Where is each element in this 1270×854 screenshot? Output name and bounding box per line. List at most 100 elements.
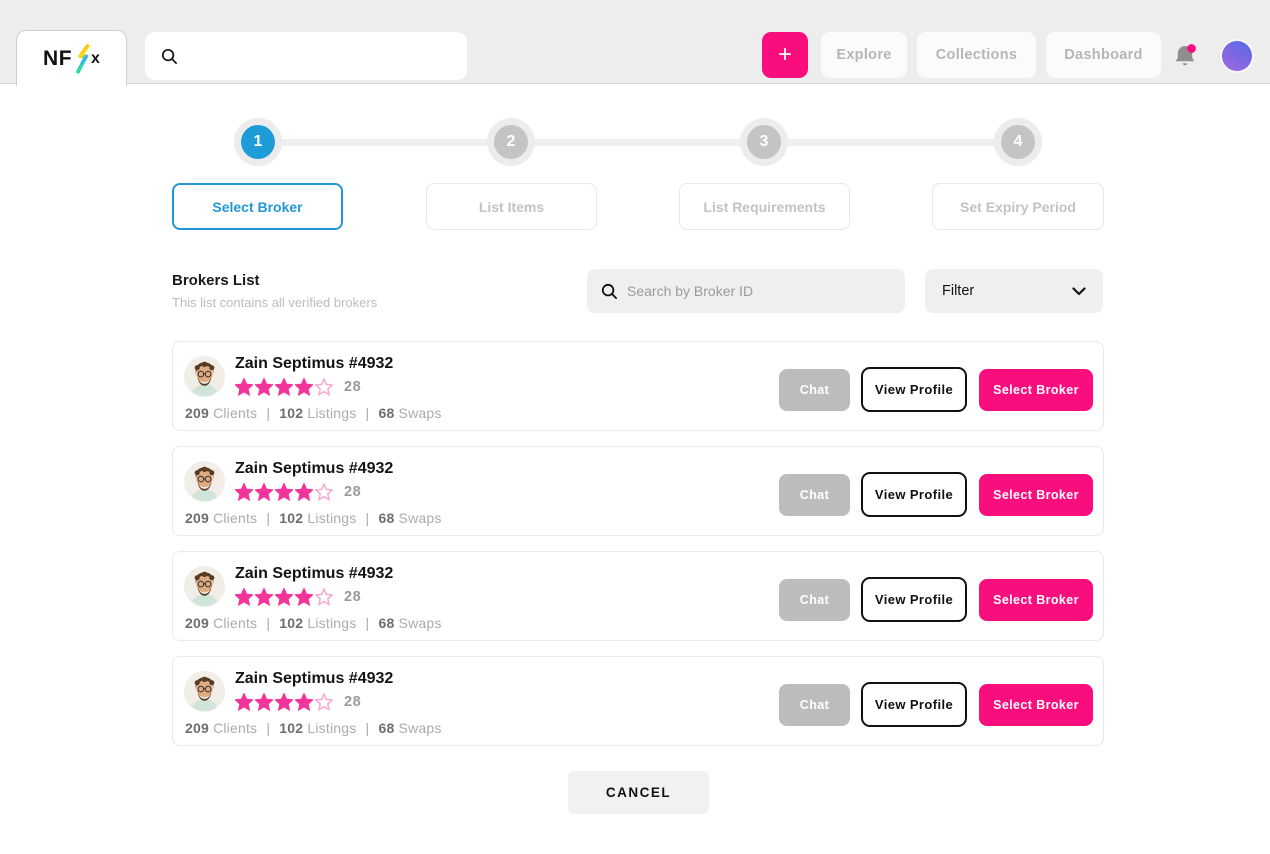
swaps-label: Swaps — [399, 510, 442, 526]
clients-label: Clients — [213, 615, 257, 631]
nav-collections[interactable]: Collections — [917, 32, 1036, 78]
rating-count: 28 — [344, 484, 361, 500]
tab-list-requirements[interactable]: List Requirements — [679, 183, 850, 230]
listings-count: 102 — [279, 510, 303, 526]
step-4-indicator: 4 — [994, 118, 1042, 166]
chat-button[interactable]: Chat — [779, 369, 850, 411]
rating-count: 28 — [344, 379, 361, 395]
star-icon — [275, 588, 293, 606]
brokers-list: Zain Septimus #4932 28 209 Clients | 102… — [172, 341, 1104, 746]
select-broker-button[interactable]: Select Broker — [979, 369, 1093, 411]
view-profile-button[interactable]: View Profile — [861, 472, 967, 517]
broker-rating: 28 — [235, 378, 361, 396]
tab-select-broker[interactable]: Select Broker — [172, 183, 343, 230]
swaps-label: Swaps — [399, 405, 442, 421]
swaps-label: Swaps — [399, 615, 442, 631]
chat-button[interactable]: Chat — [779, 684, 850, 726]
star-icon — [315, 588, 333, 606]
broker-name: Zain Septimus #4932 — [235, 670, 393, 688]
brokers-list-title: Brokers List — [172, 272, 260, 289]
listings-count: 102 — [279, 615, 303, 631]
listings-label: Listings — [307, 615, 356, 631]
clients-count: 209 — [185, 615, 209, 631]
listings-label: Listings — [307, 720, 356, 736]
nav-dashboard[interactable]: Dashboard — [1046, 32, 1161, 78]
rating-count: 28 — [344, 589, 361, 605]
logo-text: NF — [43, 47, 72, 71]
tab-list-items[interactable]: List Items — [426, 183, 597, 230]
step-1-indicator: 1 — [234, 118, 282, 166]
filter-label: Filter — [942, 283, 1072, 299]
clients-count: 209 — [185, 720, 209, 736]
star-icon — [295, 378, 313, 396]
broker-search-input[interactable] — [627, 283, 891, 299]
separator: | — [366, 615, 370, 631]
global-search-input[interactable] — [188, 48, 451, 64]
notification-badge — [1187, 44, 1196, 53]
select-broker-button[interactable]: Select Broker — [979, 579, 1093, 621]
star-icon — [295, 693, 313, 711]
broker-avatar — [185, 357, 224, 396]
broker-card: Zain Septimus #4932 28 209 Clients | 102… — [172, 551, 1104, 641]
broker-name: Zain Septimus #4932 — [235, 460, 393, 478]
separator: | — [366, 510, 370, 526]
clients-count: 209 — [185, 405, 209, 421]
step-2-indicator: 2 — [487, 118, 535, 166]
clients-label: Clients — [213, 720, 257, 736]
user-avatar[interactable] — [1222, 41, 1252, 71]
nav-explore[interactable]: Explore — [821, 32, 907, 78]
broker-stats: 209 Clients | 102 Listings | 68 Swaps — [185, 615, 442, 631]
step-1-number: 1 — [241, 125, 275, 159]
broker-stats: 209 Clients | 102 Listings | 68 Swaps — [185, 510, 442, 526]
separator: | — [266, 510, 270, 526]
star-icon — [255, 483, 273, 501]
star-icon — [315, 378, 333, 396]
stepper-track — [258, 139, 1018, 146]
star-icon — [315, 693, 333, 711]
star-icon — [235, 588, 253, 606]
broker-card: Zain Septimus #4932 28 209 Clients | 102… — [172, 656, 1104, 746]
view-profile-button[interactable]: View Profile — [861, 682, 967, 727]
step-3-indicator: 3 — [740, 118, 788, 166]
broker-rating: 28 — [235, 483, 361, 501]
chat-button[interactable]: Chat — [779, 579, 850, 621]
filter-dropdown[interactable]: Filter — [925, 269, 1103, 313]
listings-label: Listings — [307, 510, 356, 526]
cancel-button[interactable]: CANCEL — [568, 771, 709, 814]
clients-label: Clients — [213, 405, 257, 421]
tab-set-expiry-period[interactable]: Set Expiry Period — [932, 183, 1104, 230]
page: NF x + Explore Collections Dashboard — [0, 0, 1270, 854]
select-broker-button[interactable]: Select Broker — [979, 474, 1093, 516]
swaps-count: 68 — [378, 615, 394, 631]
chat-button[interactable]: Chat — [779, 474, 850, 516]
star-icon — [255, 693, 273, 711]
star-icon — [315, 483, 333, 501]
logo[interactable]: NF x — [16, 30, 127, 86]
step-3-number: 3 — [747, 125, 781, 159]
star-icon — [275, 483, 293, 501]
notifications-bell-icon[interactable] — [1170, 42, 1200, 72]
star-icon — [295, 588, 313, 606]
broker-name: Zain Septimus #4932 — [235, 565, 393, 583]
listings-count: 102 — [279, 720, 303, 736]
swaps-count: 68 — [378, 405, 394, 421]
broker-rating: 28 — [235, 693, 361, 711]
broker-stats: 209 Clients | 102 Listings | 68 Swaps — [185, 720, 442, 736]
global-search[interactable] — [145, 32, 467, 80]
listings-label: Listings — [307, 405, 356, 421]
view-profile-button[interactable]: View Profile — [861, 367, 967, 412]
search-icon — [161, 48, 178, 65]
swaps-count: 68 — [378, 720, 394, 736]
select-broker-button[interactable]: Select Broker — [979, 684, 1093, 726]
lightning-bolt-icon — [73, 43, 93, 75]
separator: | — [366, 720, 370, 736]
broker-search[interactable] — [587, 269, 905, 313]
broker-name: Zain Septimus #4932 — [235, 355, 393, 373]
step-2-number: 2 — [494, 125, 528, 159]
view-profile-button[interactable]: View Profile — [861, 577, 967, 622]
broker-stats: 209 Clients | 102 Listings | 68 Swaps — [185, 405, 442, 421]
clients-count: 209 — [185, 510, 209, 526]
add-button[interactable]: + — [762, 32, 808, 78]
separator: | — [266, 405, 270, 421]
brokers-list-subtitle: This list contains all verified brokers — [172, 295, 377, 310]
